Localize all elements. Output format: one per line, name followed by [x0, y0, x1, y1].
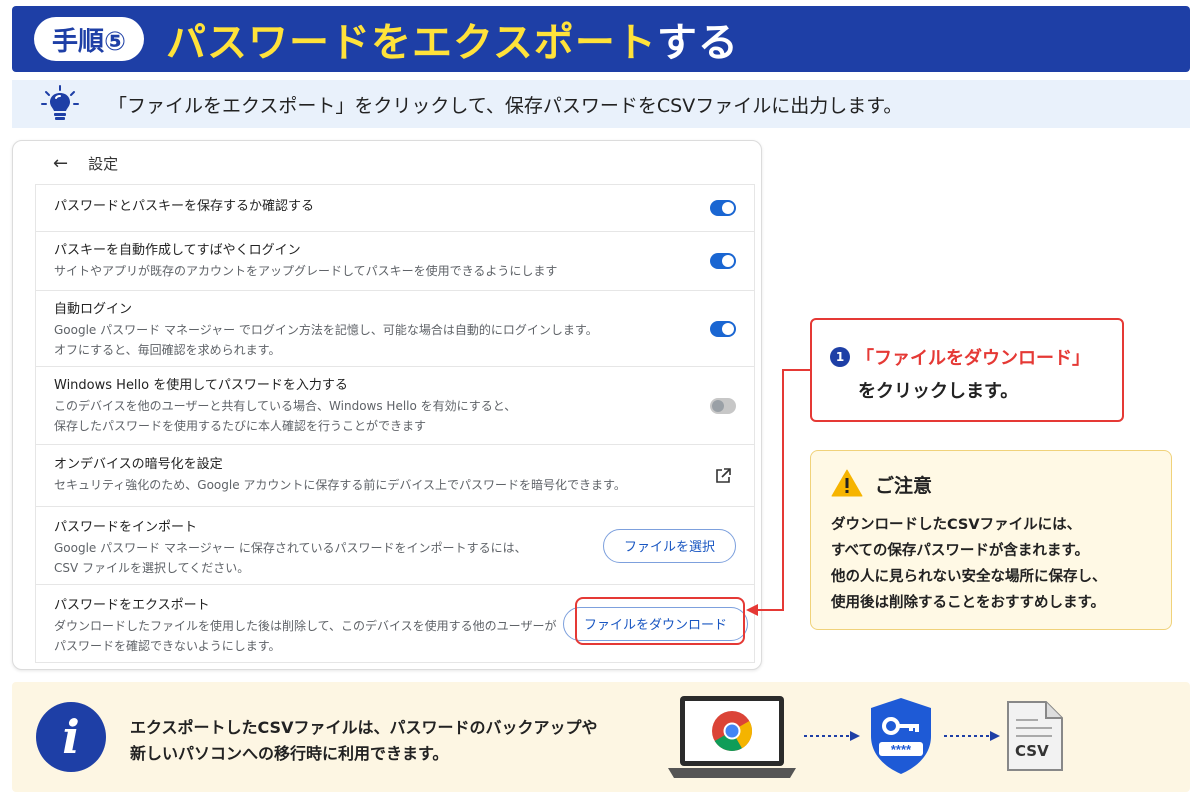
warning-icon [831, 469, 863, 497]
setting-title: オンデバイスの暗号化を設定 [54, 457, 223, 472]
setting-title: パスワードとパスキーを保存するか確認する [54, 199, 315, 214]
panel-title: 設定 [88, 154, 119, 173]
lightbulb-icon [40, 84, 80, 124]
settings-list: パスワードとパスキーを保存するか確認する パスキーを自動作成してすばやくログイン… [35, 184, 755, 663]
info-box: i エクスポートしたCSVファイルは、パスワードのバックアップや 新しいパソコン… [12, 682, 1190, 792]
setting-title: Windows Hello を使用してパスワードを入力する [54, 378, 348, 393]
setting-row-encryption[interactable]: オンデバイスの暗号化を設定 セキュリティ強化のため、Google アカウントに保… [36, 445, 754, 507]
step-callout: 1 「ファイルをダウンロード」 をクリックします。 [810, 318, 1124, 422]
chrome-icon [712, 711, 752, 751]
passkey-toggle[interactable] [710, 253, 736, 269]
setting-row-import: パスワードをインポート Google パスワード マネージャー に保存されている… [36, 507, 754, 585]
flow-arrow [804, 731, 860, 741]
auto-login-toggle[interactable] [710, 320, 736, 337]
instruction-strip: 「ファイルをエクスポート」をクリックして、保存パスワードをCSVファイルに出力し… [12, 80, 1190, 128]
password-settings-panel: ← 設定 パスワードとパスキーを保存するか確認する パスキーを自動作成してすばや… [12, 140, 762, 670]
step-header: 手順⑤ パスワードをエクスポートする [12, 6, 1190, 72]
caution-box: ご注意 ダウンロードしたCSVファイルには、 すべての保存パスワードが含まれます… [810, 450, 1172, 630]
callout-highlight-text: 「ファイルをダウンロード」 [856, 348, 1090, 369]
windows-hello-toggle[interactable] [710, 397, 736, 414]
caution-title: ご注意 [875, 475, 933, 497]
caution-line: ダウンロードしたCSVファイルには、 [831, 517, 1082, 533]
csv-file-icon [1007, 701, 1063, 771]
caution-line: 他の人に見られない安全な場所に保存し、 [831, 569, 1107, 585]
flow-arrow [944, 731, 1000, 741]
setting-desc: このデバイスを他のユーザーと共有している場合、Windows Hello を有効… [54, 399, 517, 413]
setting-desc: オフにすると、毎回確認を求められます。 [54, 343, 281, 357]
title-main: パスワードをエクスポート [166, 20, 657, 66]
csv-file-label: CSV [1015, 742, 1049, 760]
info-line: エクスポートしたCSVファイルは、パスワードのバックアップや [130, 718, 598, 737]
step-label: 手順⑤ [34, 17, 145, 61]
setting-row-passkey: パスキーを自動作成してすばやくログイン サイトやアプリが既存のアカウントをアップ… [36, 232, 754, 291]
info-icon: i [36, 702, 106, 772]
setting-row-windows-hello: Windows Hello を使用してパスワードを入力する このデバイスを他のユ… [36, 367, 754, 445]
save-confirm-toggle[interactable] [710, 200, 736, 216]
info-line: 新しいパソコンへの移行時に利用できます。 [130, 744, 449, 763]
shield-mask-text: **** [891, 742, 912, 757]
instruction-text: 「ファイルをエクスポート」をクリックして、保存パスワードをCSVファイルに出力し… [108, 94, 903, 117]
callout-text: をクリックします。 [858, 381, 1019, 402]
title-suffix: する [656, 20, 739, 66]
setting-title: 自動ログイン [54, 302, 133, 317]
caution-line: 使用後は削除することをおすすめします。 [831, 595, 1106, 611]
select-file-button[interactable]: ファイルを選択 [602, 528, 736, 563]
setting-row-save-confirm: パスワードとパスキーを保存するか確認する [36, 185, 754, 232]
caution-line: すべての保存パスワードが含まれます。 [831, 543, 1089, 559]
back-arrow-icon[interactable]: ← [53, 153, 68, 174]
key-shield-icon: **** [871, 698, 931, 774]
panel-header: ← 設定 [13, 141, 761, 185]
setting-desc: 保存したパスワードを使用するたびに本人確認を行うことができます [54, 419, 427, 433]
setting-title: パスキーを自動作成してすばやくログイン [54, 243, 301, 258]
setting-desc: セキュリティ強化のため、Google アカウントに保存する前にデバイス上でパスワ… [54, 478, 626, 492]
setting-row-auto-login: 自動ログイン Google パスワード マネージャー でログイン方法を記憶し、可… [36, 291, 754, 367]
download-button-highlight [575, 597, 745, 645]
setting-desc: サイトやアプリが既存のアカウントをアップグレードしてパスキーを使用できるようにし… [54, 264, 558, 278]
page-title: パスワードをエクスポートする [166, 10, 739, 68]
setting-desc: Google パスワード マネージャー でログイン方法を記憶し、可能な場合は自動… [54, 323, 598, 337]
laptop-chrome-icon [668, 696, 796, 778]
callout-number: 1 [830, 347, 850, 367]
external-link-icon[interactable] [714, 467, 732, 485]
